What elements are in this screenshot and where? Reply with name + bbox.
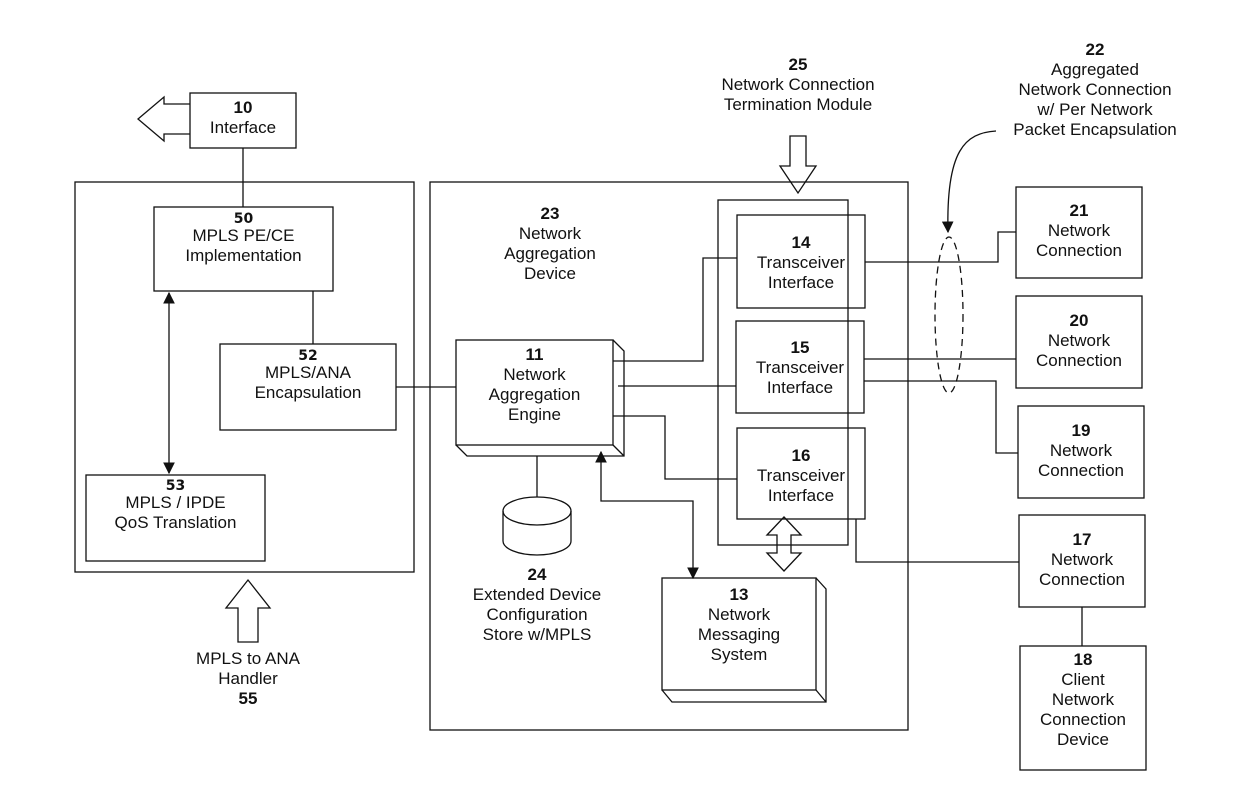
connection-19-label: 19 Network Connection — [1018, 421, 1144, 481]
termination-module-down-arrow — [778, 135, 818, 195]
connection-21-number: 21 — [1069, 201, 1089, 220]
config-store-line-2: Configuration — [486, 605, 588, 624]
mpls-ipde-qos-line-2: QoS Translation — [114, 513, 237, 532]
mpls-pe-ce-line-2: Implementation — [185, 246, 302, 265]
handler-label: MPLS to ANA Handler 55 — [148, 649, 348, 709]
aggregation-device-line-1: Network — [518, 224, 582, 243]
connection-17-label: 17 Network Connection — [1019, 530, 1145, 590]
aggregation-engine-label: 11 Network Aggregation Engine — [456, 345, 613, 425]
interface-label: 10 Interface — [190, 98, 296, 138]
termination-module-number: 25 — [788, 55, 808, 74]
mpls-ana-encap-label: 52 MPLS/ANA Encapsulation — [220, 349, 396, 403]
interface-out-arrow — [136, 95, 190, 143]
config-store-number: 24 — [527, 565, 547, 584]
transceiver-16-line-1: Transceiver — [756, 466, 846, 485]
aggregated-connection-line-1: Aggregated — [1051, 60, 1139, 79]
connection-19-line-2: Connection — [1037, 461, 1124, 480]
messaging-system-number: 13 — [729, 585, 749, 604]
handler-line-2: Handler — [218, 669, 278, 688]
config-store-line-3: Store w/MPLS — [482, 625, 592, 644]
connection-20-line-1: Network — [1047, 331, 1111, 350]
mpls-pe-ce-label: 50 MPLS PE/CE Implementation — [154, 212, 333, 266]
aggregation-engine-line-2: Aggregation — [488, 385, 581, 404]
mpls-ana-encap-line-1: MPLS/ANA — [265, 363, 351, 382]
transceiver-15-to-connection-19-wire — [864, 380, 1018, 454]
mpls-pe-ce-number: 50 — [233, 211, 254, 227]
termination-module-line-2: Termination Module — [723, 95, 873, 114]
aggregation-device-label: 23 Network Aggregation Device — [480, 204, 620, 284]
config-store-label: 24 Extended Device Configuration Store w… — [447, 565, 627, 645]
connection-20-number: 20 — [1069, 311, 1089, 330]
transceiver-15-line-2: Interface — [766, 378, 834, 397]
aggregation-engine-number: 11 — [525, 345, 544, 364]
handler-up-arrow — [224, 578, 272, 643]
termination-messaging-bidirectional-arrow — [765, 516, 803, 572]
aggregation-device-number: 23 — [540, 204, 560, 223]
aggregated-connection-dashed-ellipse — [934, 236, 964, 394]
messaging-system-label: 13 Network Messaging System — [662, 585, 816, 665]
transceiver-14-label: 14 Transceiver Interface — [737, 233, 865, 293]
aggregated-connection-number: 22 — [1085, 40, 1105, 59]
mpls-ana-encap-number: 52 — [298, 348, 318, 364]
aggregated-connection-line-4: Packet Encapsulation — [1013, 120, 1177, 139]
mpls-pe-ce-line-1: MPLS PE/CE — [192, 226, 295, 245]
connection-19-line-1: Network — [1049, 441, 1113, 460]
connection-17-line-1: Network — [1050, 550, 1114, 569]
aggregated-connection-line-2: Network Connection — [1018, 80, 1172, 99]
mpls-ipde-qos-line-1: MPLS / IPDE — [125, 493, 226, 512]
messaging-system-line-1: Network — [707, 605, 771, 624]
config-store-line-1: Extended Device — [472, 585, 602, 604]
aggregated-connection-pointer-arrow — [941, 130, 997, 234]
handler-line-1: MPLS to ANA — [196, 649, 300, 668]
client-device-label: 18 Client Network Connection Device — [1020, 650, 1146, 750]
transceiver-15-label: 15 Transceiver Interface — [736, 338, 864, 398]
termination-module-label: 25 Network Connection Termination Module — [718, 55, 878, 115]
client-device-line-1: Client — [1061, 670, 1105, 689]
transceiver-14-line-2: Interface — [767, 273, 835, 292]
connection-17-number: 17 — [1072, 530, 1092, 549]
client-device-line-2: Network — [1051, 690, 1115, 709]
interface-text: Interface — [209, 118, 277, 137]
termination-module-line-1: Network Connection — [721, 75, 875, 94]
connection-20-line-2: Connection — [1035, 351, 1122, 370]
transceiver-15-number: 15 — [790, 338, 810, 357]
messaging-system-line-3: System — [710, 645, 768, 664]
client-device-line-3: Connection — [1039, 710, 1126, 729]
transceiver-16-number: 16 — [791, 446, 811, 465]
aggregation-engine-line-1: Network — [503, 365, 566, 384]
connection-20-label: 20 Network Connection — [1016, 311, 1142, 371]
transceiver-14-line-1: Transceiver — [756, 253, 846, 272]
transceiver-16-to-connection-17-wire — [855, 519, 1019, 563]
config-store-cylinder-icon — [502, 496, 572, 556]
transceiver-15-line-1: Transceiver — [755, 358, 845, 377]
client-device-line-4: Device — [1057, 730, 1109, 749]
connection-17-line-2: Connection — [1038, 570, 1125, 589]
aggregation-engine-line-3: Engine — [508, 405, 561, 424]
mpls-ipde-qos-label: 53 MPLS / IPDE QoS Translation — [86, 479, 265, 533]
aggregation-device-line-2: Aggregation — [504, 244, 596, 263]
aggregated-connection-label: 22 Aggregated Network Connection w/ Per … — [975, 40, 1215, 140]
transceiver-14-to-connection-21-wire — [865, 231, 1016, 263]
client-device-number: 18 — [1073, 650, 1093, 669]
transceiver-14-number: 14 — [791, 233, 811, 252]
transceiver-16-line-2: Interface — [767, 486, 835, 505]
aggregated-connection-line-3: w/ Per Network — [1037, 100, 1153, 119]
aggregation-device-line-3: Device — [524, 264, 576, 283]
interface-number: 10 — [233, 98, 253, 117]
connection-21-line-2: Connection — [1035, 241, 1122, 260]
mpls-ana-encap-line-2: Encapsulation — [254, 383, 362, 402]
mpls-ipde-qos-number: 53 — [165, 478, 186, 494]
connection-19-number: 19 — [1071, 421, 1091, 440]
engine-messaging-bidirectional-arrow — [595, 450, 699, 580]
transceiver-16-label: 16 Transceiver Interface — [737, 446, 865, 506]
connection-21-line-1: Network — [1047, 221, 1111, 240]
connection-21-label: 21 Network Connection — [1016, 201, 1142, 261]
handler-number: 55 — [238, 689, 258, 708]
messaging-system-line-2: Messaging — [697, 625, 781, 644]
